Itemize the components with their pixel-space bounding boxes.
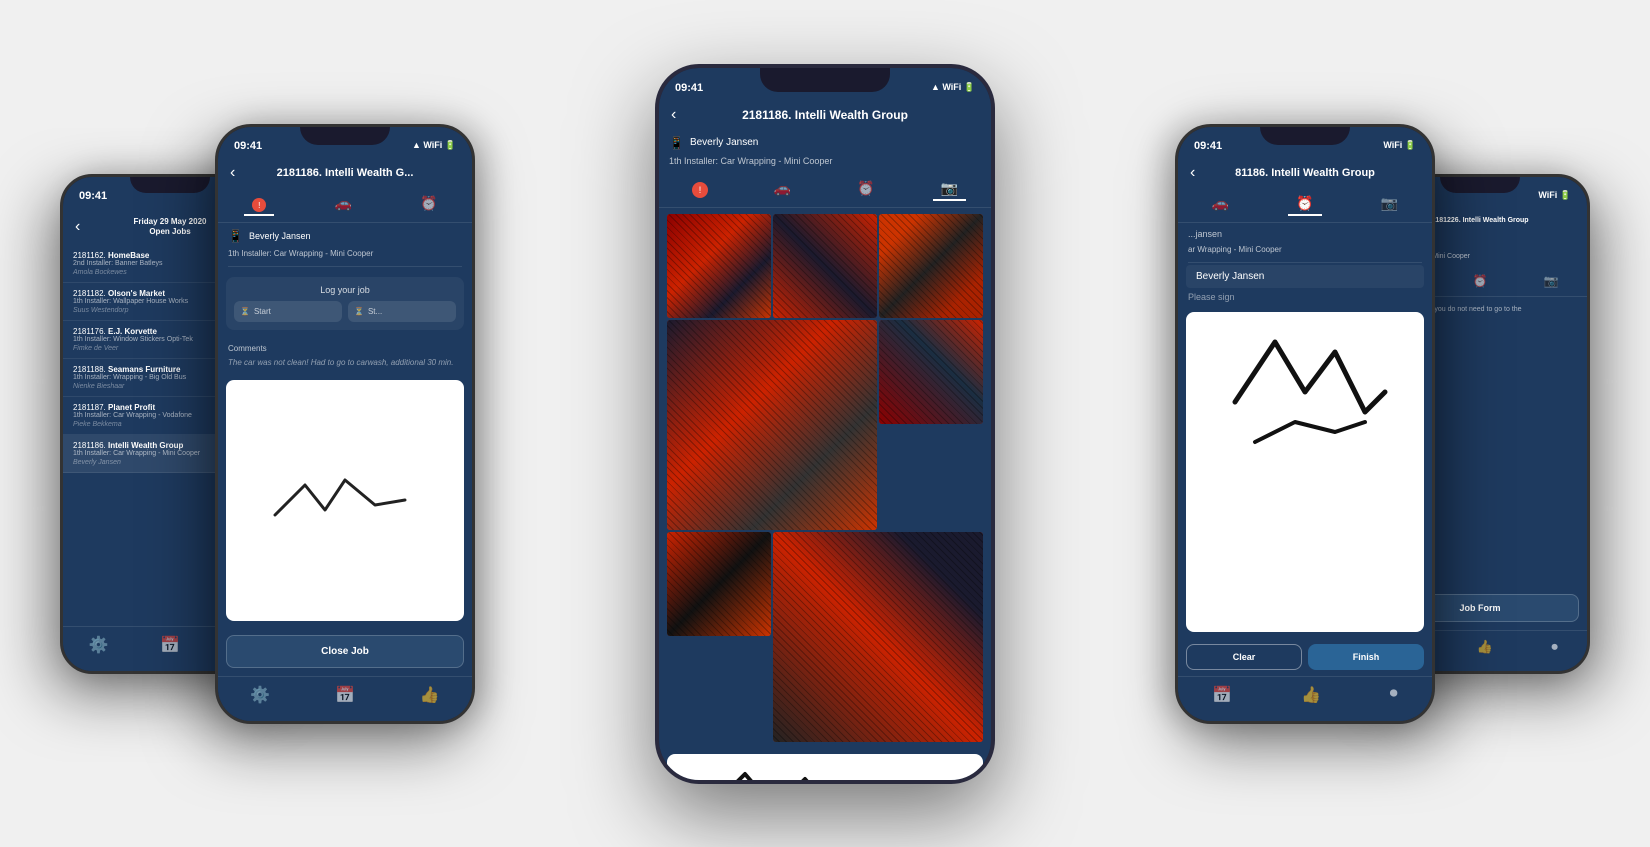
time-2: 09:41 [234, 140, 262, 152]
user-row-2: 📱 Beverly Jansen [218, 223, 472, 249]
record-icon-4[interactable]: ⏺ [1390, 685, 1398, 705]
job-sub-4: ar Wrapping - Mini Cooper [1178, 245, 1432, 260]
user-row-3: 📱 Beverly Jansen [659, 130, 991, 156]
tab-clock-4[interactable]: ⏰ [1288, 193, 1321, 216]
scene: 09:41 ▲ WiFi 🔋 ‹ Friday 29 May 2020 Open… [0, 0, 1650, 847]
clear-btn-4[interactable]: Clear [1186, 644, 1302, 670]
tab-car-4[interactable]: 🚗 [1204, 193, 1237, 216]
start-btn-2[interactable]: ⏳ Start [234, 301, 342, 322]
back-btn-2[interactable]: ‹ [230, 164, 235, 182]
sig-name-4: Beverly Jansen [1186, 265, 1424, 288]
job-subtitle-3: 1th Installer: Car Wrapping - Mini Coope… [659, 156, 991, 172]
job-subtitle-2: 1th Installer: Car Wrapping - Mini Coope… [218, 249, 472, 264]
notch-4 [1260, 127, 1350, 145]
nav-title-2: 2181186. Intelli Wealth G... [277, 167, 414, 179]
status-icons-3: ▲ WiFi 🔋 [931, 82, 975, 93]
sig-area-2 [226, 380, 464, 620]
status-icons-4: WiFi 🔋 [1383, 140, 1416, 151]
time-3: 09:41 [675, 82, 703, 94]
user-name-3: Beverly Jansen [690, 137, 758, 148]
calendar-icon-1[interactable]: 📅 [160, 635, 180, 655]
back-btn-1[interactable]: ‹ [75, 218, 80, 236]
like-icon-5[interactable]: 👍 [1477, 639, 1493, 655]
stop-btn-2[interactable]: ⏳ St... [348, 301, 456, 322]
notch-1 [130, 177, 210, 193]
signature-svg-2 [234, 465, 456, 535]
sig-drawing-4 [1186, 312, 1424, 492]
nav-header-2: ‹ 2181186. Intelli Wealth G... [218, 159, 472, 187]
photo-0[interactable] [667, 214, 771, 318]
photo-4[interactable] [879, 320, 983, 424]
photo-1[interactable] [773, 214, 877, 318]
tab-alert-2[interactable]: ! [244, 193, 274, 217]
user-icon-2: 📱 [228, 229, 243, 243]
tab-clock-2[interactable]: ⏰ [412, 193, 445, 217]
nav-title-4: 81186. Intelli Wealth Group [1235, 167, 1375, 179]
tab-bar-2: ! 🚗 ⏰ [218, 187, 472, 224]
status-icons-2: ▲ WiFi 🔋 [412, 140, 456, 151]
nav-header-4: ‹ 81186. Intelli Wealth Group [1178, 159, 1432, 187]
nav-title-1: Friday 29 May 2020 Open Jobs [134, 217, 207, 238]
time-4: 09:41 [1194, 140, 1222, 152]
comments-text-2: The car was not clean! Had to go to carw… [228, 357, 462, 368]
notch-2 [300, 127, 390, 145]
record-icon-5[interactable]: ⏺ [1551, 639, 1558, 655]
signature-draw-3 [677, 759, 973, 780]
photo-2[interactable] [879, 214, 983, 318]
comments-label-2: Comments [228, 344, 462, 353]
photo-3[interactable] [667, 320, 877, 530]
status-icons-5: WiFi 🔋 [1538, 190, 1571, 201]
calendar-icon-2[interactable]: 📅 [335, 685, 355, 705]
finish-btn-4[interactable]: Finish [1308, 644, 1424, 670]
tab-bar-4: 🚗 ⏰ 📷 [1178, 187, 1432, 223]
photo-grid-3 [667, 214, 983, 742]
signature-box-3[interactable] [667, 754, 983, 780]
settings-icon-1[interactable]: ⚙️ [89, 635, 109, 655]
tab-camera-3[interactable]: 📷 [933, 178, 966, 201]
time-1: 09:41 [79, 190, 107, 202]
back-btn-3[interactable]: ‹ [671, 106, 676, 124]
hourglass-icon-2b: ⏳ [354, 307, 364, 316]
bottom-tabs-2: ⚙️ 📅 👍 [218, 676, 472, 721]
bottom-tabs-4: 📅 👍 ⏺ [1178, 676, 1432, 721]
nav-header-3: ‹ 2181186. Intelli Wealth Group [659, 100, 991, 130]
phone-4: 09:41 WiFi 🔋 ‹ 81186. Intelli Wealth Gro… [1175, 124, 1435, 724]
like-icon-2[interactable]: 👍 [420, 685, 440, 705]
please-sign-label-4: Please sign [1178, 288, 1432, 306]
photo-5[interactable] [667, 532, 771, 636]
notch-5 [1440, 177, 1520, 193]
user-name-2: Beverly Jansen [249, 231, 311, 241]
settings-icon-2[interactable]: ⚙️ [250, 685, 270, 705]
close-job-btn-2[interactable]: Close Job [226, 635, 464, 668]
like-icon-4[interactable]: 👍 [1301, 685, 1321, 705]
user-row-4: ...jansen [1178, 223, 1432, 245]
tab-camera-4[interactable]: 📷 [1373, 193, 1406, 216]
back-btn-4[interactable]: ‹ [1190, 164, 1195, 182]
tab-clock-5[interactable]: ⏰ [1465, 272, 1496, 290]
clear-finish-row-4: Clear Finish [1178, 638, 1432, 676]
tab-camera-5[interactable]: 📷 [1536, 272, 1567, 290]
tab-bar-3: ! 🚗 ⏰ 📷 [659, 172, 991, 208]
tab-car-2[interactable]: 🚗 [327, 193, 360, 217]
phone-2: 09:41 ▲ WiFi 🔋 ‹ 2181186. Intelli Wealth… [215, 124, 475, 724]
photo-6[interactable] [773, 532, 983, 742]
user-partial-4: ...jansen [1188, 229, 1222, 239]
notch-3 [760, 68, 890, 92]
log-section-2: Log your job ⏳ Start ⏳ St... [226, 277, 464, 330]
comments-section-2: Comments The car was not clean! Had to g… [218, 338, 472, 374]
nav-title-5: 2181226. Intelli Wealth Group [1431, 217, 1528, 224]
phone-3: 09:41 ▲ WiFi 🔋 ‹ 2181186. Intelli Wealth… [655, 64, 995, 784]
timer-row-2: ⏳ Start ⏳ St... [234, 301, 456, 322]
sig-box-4[interactable] [1186, 312, 1424, 632]
tab-alert-3[interactable]: ! [684, 178, 716, 201]
user-icon-3: 📱 [669, 136, 684, 150]
calendar-icon-4[interactable]: 📅 [1212, 685, 1232, 705]
tab-clock-3[interactable]: ⏰ [849, 178, 882, 201]
hourglass-icon-2: ⏳ [240, 307, 250, 316]
nav-title-3: 2181186. Intelli Wealth Group [742, 108, 908, 122]
tab-car-3[interactable]: 🚗 [766, 178, 799, 201]
log-title-2: Log your job [234, 285, 456, 295]
